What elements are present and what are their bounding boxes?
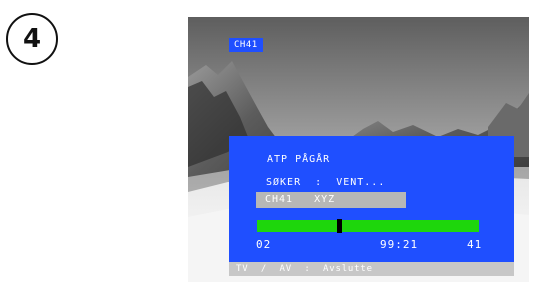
atp-osd-panel: ATP PÅGÅR SØKER : VENT... CH41 XYZ 02 99… <box>229 136 514 262</box>
range-end-number: 41 <box>467 238 483 251</box>
step-number: 4 <box>22 24 42 54</box>
search-status: SØKER : VENT... <box>266 177 386 188</box>
tuning-progress-bar <box>257 219 479 233</box>
step-number-badge: 4 <box>6 13 58 65</box>
frequency-readout: 99:21 <box>380 238 419 251</box>
progress-marker <box>337 219 342 233</box>
channel-name-box: CH41 XYZ <box>256 192 406 208</box>
progress-fill-left <box>257 220 337 232</box>
tv-screen: CH41 ATP PÅGÅR SØKER : VENT... CH41 XYZ … <box>188 17 529 282</box>
progress-fill-right <box>342 220 479 232</box>
channel-tag: CH41 <box>229 38 263 52</box>
exit-hint: TV / AV : Avslutte <box>229 262 514 276</box>
range-start-number: 02 <box>256 238 272 251</box>
atp-title: ATP PÅGÅR <box>267 154 331 165</box>
